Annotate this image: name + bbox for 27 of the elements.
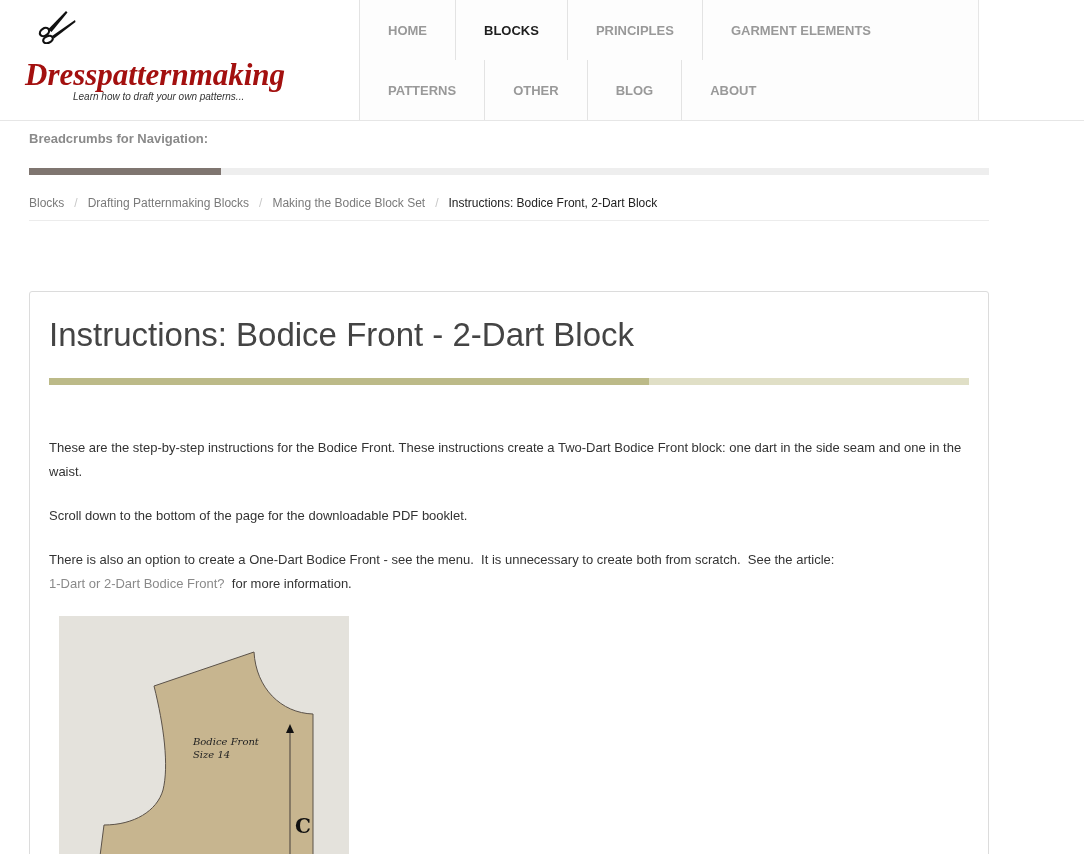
logo-wordmark[interactable]: Dresspatternmaking [25,58,286,92]
article-paragraph: These are the step-by-step instructions for the Bodice Front. These instructions create a Two-Dart Bodice Front block: one dart in the side seam and one in the waist. [49,439,963,481]
article-link[interactable]: 1-Dart or 2-Dart Bodice Front? [49,576,225,591]
nav-link[interactable]: BLOCKS [455,0,567,60]
nav-link[interactable]: GARMENT ELEMENTS [701,0,900,60]
nav-link[interactable]: BLOG [586,60,682,120]
breadcrumb-link[interactable]: Drafting Patternmaking Blocks [87,195,250,212]
breadcrumb-separator: / [259,195,263,212]
nav-link[interactable]: PRINCIPLES [566,0,702,60]
nav-link[interactable]: OTHER [484,60,587,120]
nav-link[interactable]: ABOUT [681,60,785,120]
logo-tagline: Learn how to draft your own patterns... [73,91,245,102]
breadcrumb-separator: / [74,195,78,212]
breadcrumb-separator: / [435,195,439,212]
centre-front-letter: C [295,814,311,838]
article-paragraph: Scroll down to the bottom of the page for the downloadable PDF booklet. [49,507,469,525]
breadcrumb-link[interactable]: Making the Bodice Block Set [272,195,426,212]
nav-link[interactable]: PATTERNS [359,60,485,120]
pattern-size-label: Size 14 [193,749,231,760]
nav-link[interactable]: HOME [359,0,455,60]
scissors-icon [38,10,76,44]
breadcrumbs-heading: Breadcrumbs for Navigation: [29,131,210,147]
breadcrumb-link[interactable]: Instructions: Bodice Front, 2-Dart Block [448,195,658,212]
breadcrumb-link[interactable]: Blocks [29,195,65,212]
pattern-piece-label: Bodice Front [193,736,259,747]
article-title: Instructions: Bodice Front - 2-Dart Block [49,315,636,355]
article-paragraph: There is also an option to create a One-Dart Bodice Front - see the menu. It is unnecessary to create both from scratch. See the article: 1-Dart or 2-Dart Bodice Front? for more information. [49,551,836,593]
